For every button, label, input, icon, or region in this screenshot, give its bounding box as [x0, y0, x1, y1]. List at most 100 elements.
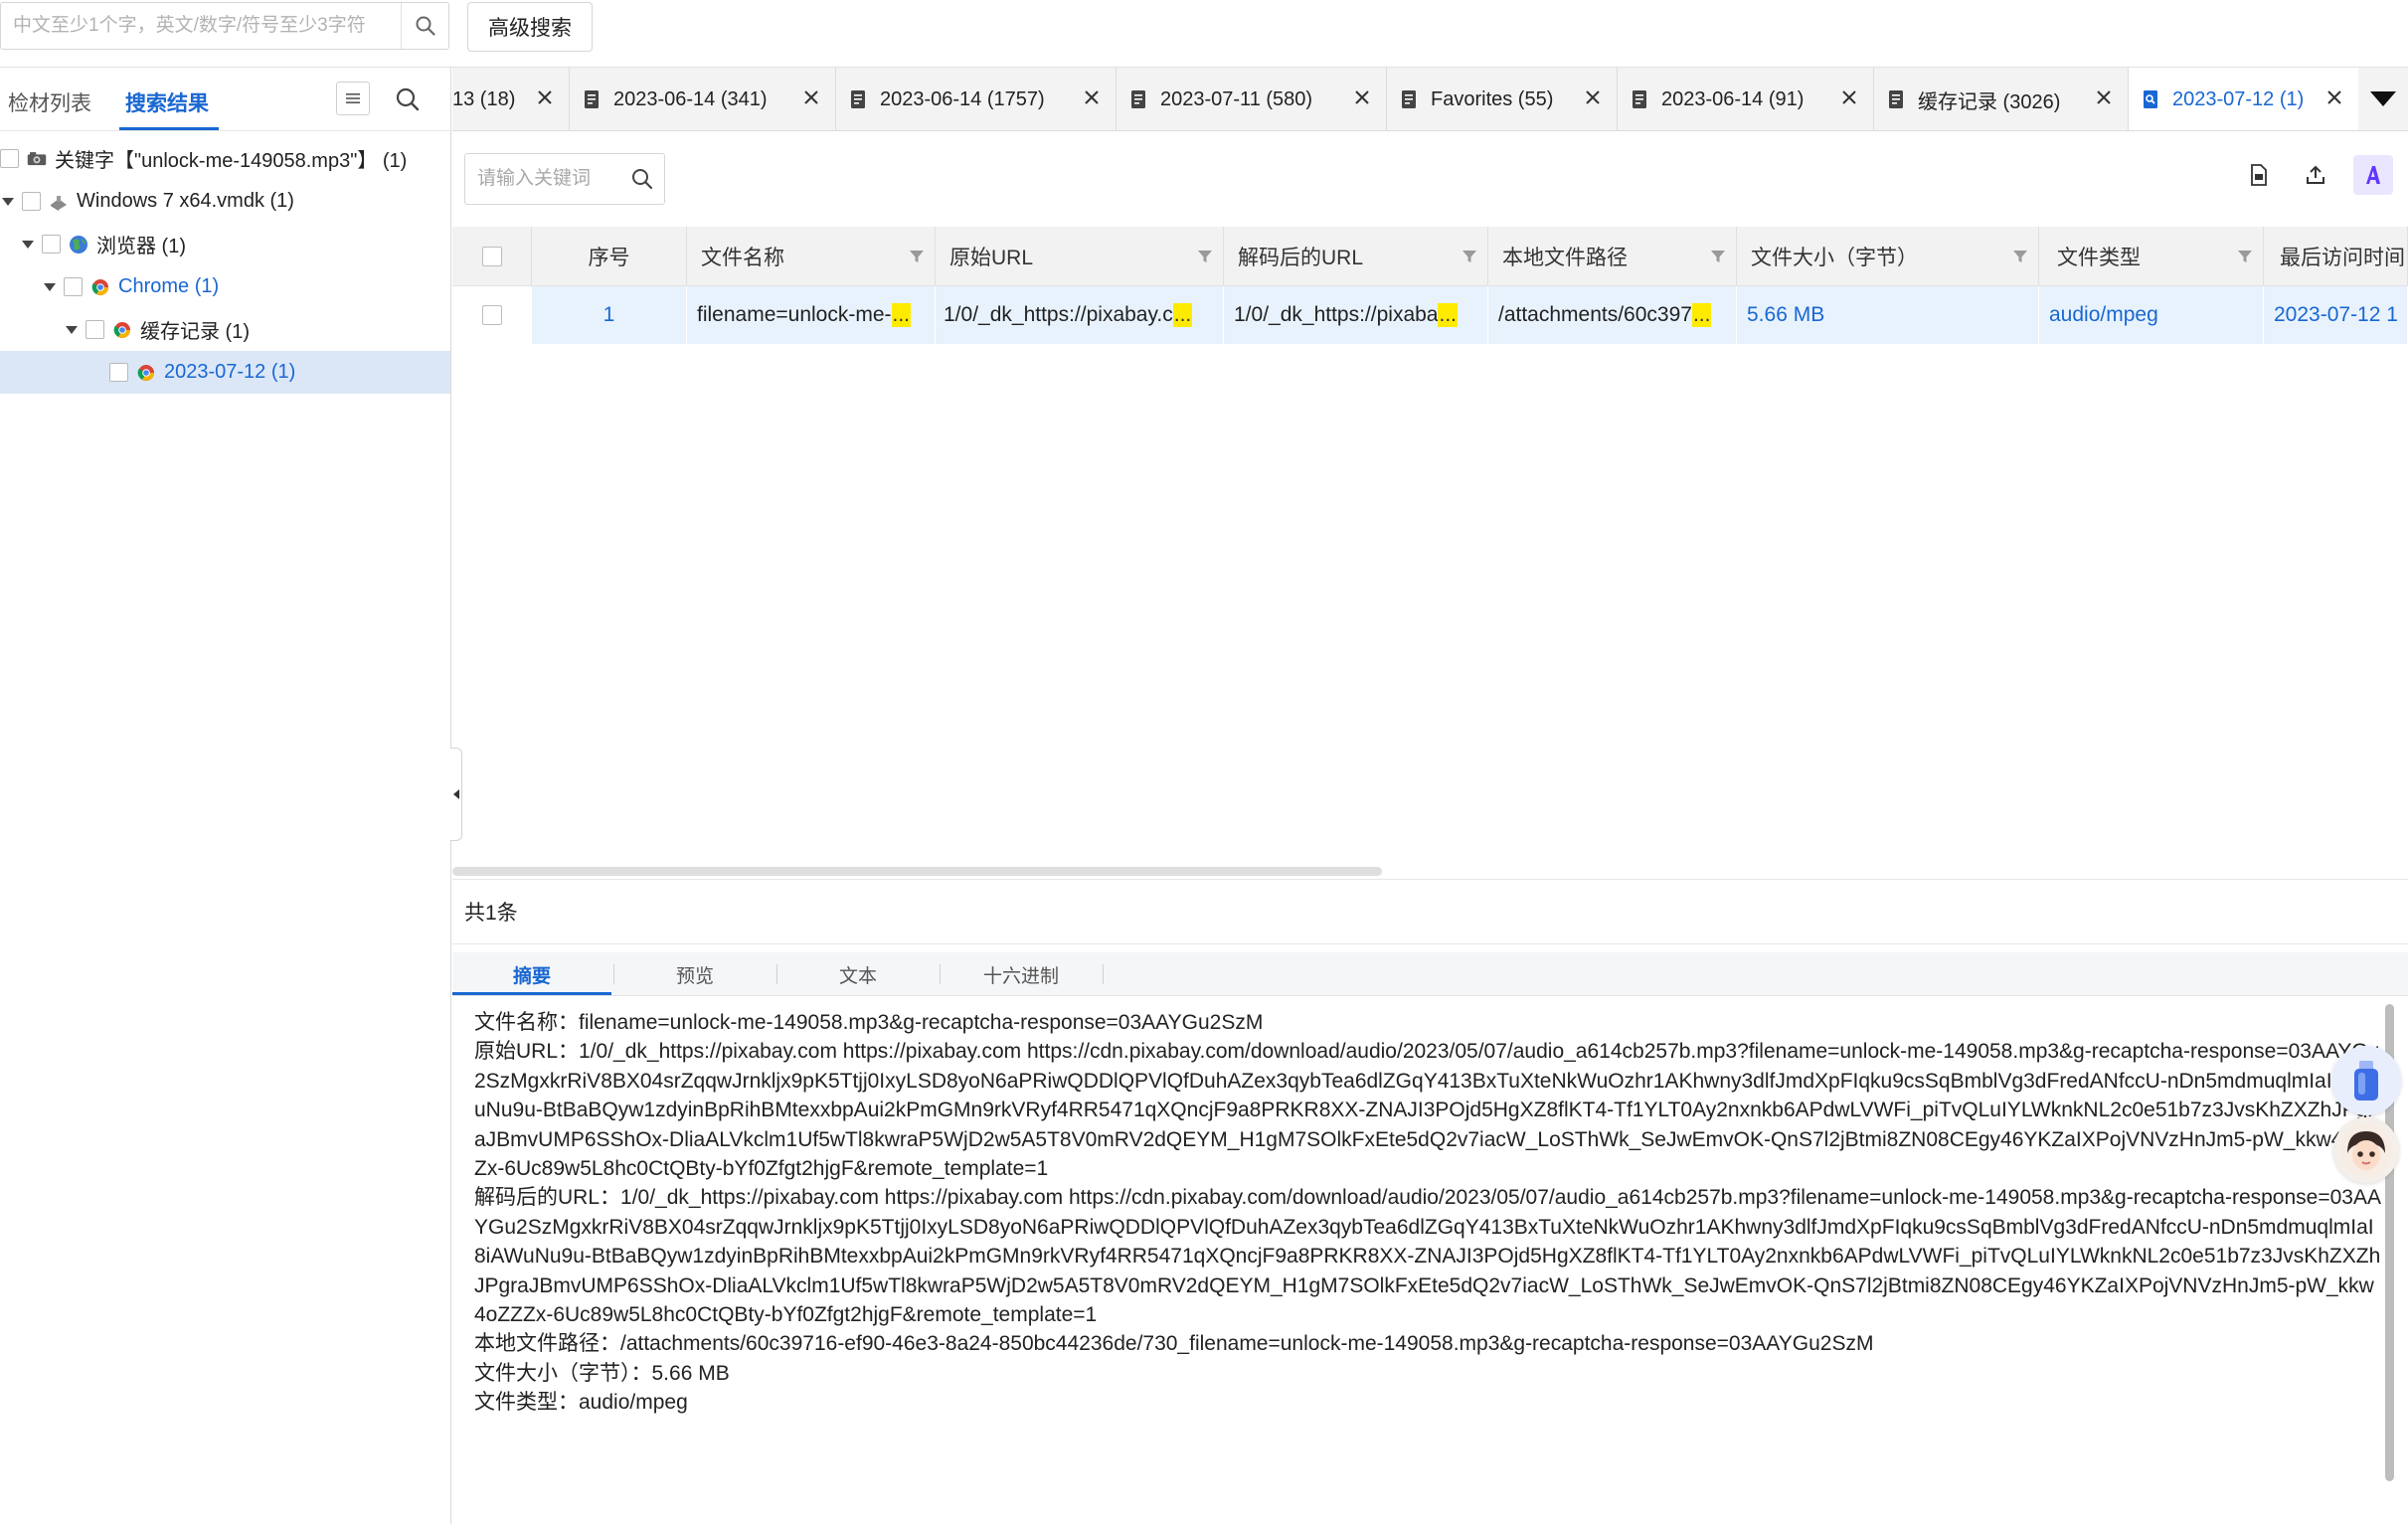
filter-icon[interactable] [1462, 249, 1477, 264]
filter-icon[interactable] [1710, 249, 1726, 264]
close-icon[interactable] [535, 87, 555, 107]
filter-icon[interactable] [2237, 249, 2253, 264]
close-icon[interactable] [2324, 87, 2344, 107]
filter-icon[interactable] [2012, 249, 2028, 264]
tree-node-cache-records[interactable]: 缓存记录 (1) [0, 308, 450, 351]
tab-item-active[interactable]: 2023-07-12 (1) [2129, 68, 2359, 130]
tabs-overflow-button[interactable] [2358, 68, 2408, 130]
tree-menu-button[interactable] [336, 82, 370, 115]
tree-search-button[interactable] [390, 82, 426, 117]
column-header-filename[interactable]: 文件名称 [687, 227, 936, 285]
header-select-all[interactable] [452, 227, 532, 285]
export-report-button[interactable] [2239, 155, 2279, 195]
tree-checkbox[interactable] [109, 363, 128, 382]
avatar-icon [2340, 1124, 2392, 1176]
detail-tab-hex[interactable]: 十六进制 [942, 952, 1101, 996]
close-icon[interactable] [1082, 87, 1102, 107]
tree-node-date[interactable]: 2023-07-12 (1) [0, 351, 450, 394]
caret-down-icon[interactable] [42, 279, 58, 295]
close-icon[interactable] [1352, 87, 1372, 107]
tree-checkbox[interactable] [86, 320, 104, 339]
search-icon [632, 169, 653, 190]
caret-down-icon[interactable] [64, 322, 80, 338]
tab-separator [1103, 964, 1104, 984]
record-count-text: 共1条 [464, 902, 518, 925]
detail-tab-underline [452, 992, 611, 995]
tree-node-vmdk[interactable]: Windows 7 x64.vmdk (1) [0, 180, 450, 223]
tree-checkbox[interactable] [42, 235, 61, 254]
tab-label: 缓存记录 (3026) [1918, 90, 2061, 113]
caret-down-icon[interactable] [0, 194, 16, 210]
cell-index: 1 [532, 286, 687, 344]
row-select[interactable] [452, 286, 532, 344]
font-style-button[interactable] [2353, 155, 2393, 195]
global-search-input[interactable] [1, 3, 397, 49]
close-icon[interactable] [1839, 87, 1859, 107]
column-header-file-size[interactable]: 文件大小（字节） [1737, 227, 2039, 285]
horizontal-scrollbar[interactable] [452, 867, 1382, 876]
detail-tab-summary[interactable]: 摘要 [452, 952, 611, 996]
chrome-icon [90, 277, 110, 297]
global-search-button[interactable] [401, 3, 448, 49]
select-all-checkbox[interactable] [481, 246, 502, 266]
keyword-filter-input[interactable] [465, 154, 624, 204]
column-header-index[interactable]: 序号 [532, 227, 687, 285]
search-icon [396, 87, 420, 111]
column-header-label: 本地文件路径 [1502, 246, 1628, 269]
tab-item[interactable]: 2023-06-14 (1757) [836, 68, 1117, 130]
filter-icon[interactable] [1197, 249, 1213, 264]
tree-checkbox[interactable] [0, 149, 19, 168]
tab-item[interactable]: 缓存记录 (3026) [1874, 68, 2129, 130]
column-header-last-access[interactable]: 最后访问时间 [2264, 227, 2408, 285]
tree-checkbox[interactable] [64, 277, 83, 296]
table-row[interactable]: 1 filename=unlock-me-... 1/0/_dk_https:/… [452, 286, 2408, 344]
tab-label: 2023-07-12 (1) [2172, 87, 2305, 110]
results-table: 序号 文件名称 原始URL 解码后的URL 本地文件路径 文件大小（字节） 文件… [452, 227, 2408, 344]
detail-tab-preview[interactable]: 预览 [615, 952, 774, 996]
menu-icon [346, 93, 360, 103]
detail-tab-label: 预览 [675, 965, 714, 987]
tab-item[interactable]: 2023-06-14 (91) [1618, 68, 1874, 130]
column-header-original-url[interactable]: 原始URL [936, 227, 1224, 285]
column-header-file-type[interactable]: 文件类型 [2039, 227, 2264, 285]
row-checkbox[interactable] [481, 305, 502, 325]
tab-item[interactable]: Favorites (55) [1387, 68, 1618, 130]
column-header-decoded-url[interactable]: 解码后的URL [1224, 227, 1488, 285]
keyword-search-button[interactable] [622, 154, 662, 204]
advanced-search-button[interactable]: 高级搜索 [467, 2, 593, 52]
tree-node-chrome[interactable]: Chrome (1) [0, 265, 450, 308]
close-icon[interactable] [1583, 87, 1603, 107]
caret-down-icon[interactable] [20, 237, 36, 253]
active-tab-underline [119, 127, 219, 130]
close-icon[interactable] [801, 87, 821, 107]
tab-label: 2023-07-11 (580) [1160, 87, 1313, 110]
upload-button[interactable] [2296, 155, 2335, 195]
tab-item[interactable]: 2023-07-11 (580) [1117, 68, 1387, 130]
column-header-label: 文件名称 [701, 246, 784, 269]
tree-node-label: 缓存记录 (1) [140, 321, 250, 343]
panel-collapse-handle[interactable] [450, 748, 462, 841]
close-icon[interactable] [2094, 87, 2114, 107]
detail-tab-label: 文本 [838, 965, 877, 987]
document-icon [1131, 90, 1145, 108]
usb-assistant-button[interactable] [2331, 1046, 2401, 1115]
tab-item[interactable]: 2023-06-14 (341) [570, 68, 836, 130]
assistant-avatar[interactable] [2333, 1117, 2399, 1183]
detail-tab-text[interactable]: 文本 [778, 952, 938, 996]
tab-label: 13 (18) [452, 87, 516, 110]
tab-item[interactable]: 13 (18) [452, 68, 570, 130]
top-search-bar: 高级搜索 [0, 0, 2408, 68]
detail-line-local-path: 本地文件路径：/attachments/60c39716-ef90-46e3-8… [474, 1332, 1874, 1356]
tab-search-results[interactable]: 搜索结果 [125, 87, 209, 117]
filter-icon[interactable] [909, 249, 925, 264]
file-export-icon [2251, 164, 2267, 186]
tree-node-browser[interactable]: 浏览器 (1) [0, 223, 450, 265]
tree-checkbox[interactable] [22, 192, 41, 211]
column-header-label: 序号 [588, 246, 630, 269]
cell-text: filename=unlock-me- [697, 303, 892, 326]
cell-file-type: audio/mpeg [2039, 286, 2264, 344]
tab-material-list[interactable]: 检材列表 [8, 87, 91, 117]
tree-node-keyword[interactable]: 关键字【"unlock-me-149058.mp3"】 (1) [0, 137, 450, 180]
column-header-local-path[interactable]: 本地文件路径 [1488, 227, 1737, 285]
chrome-icon [112, 320, 132, 340]
